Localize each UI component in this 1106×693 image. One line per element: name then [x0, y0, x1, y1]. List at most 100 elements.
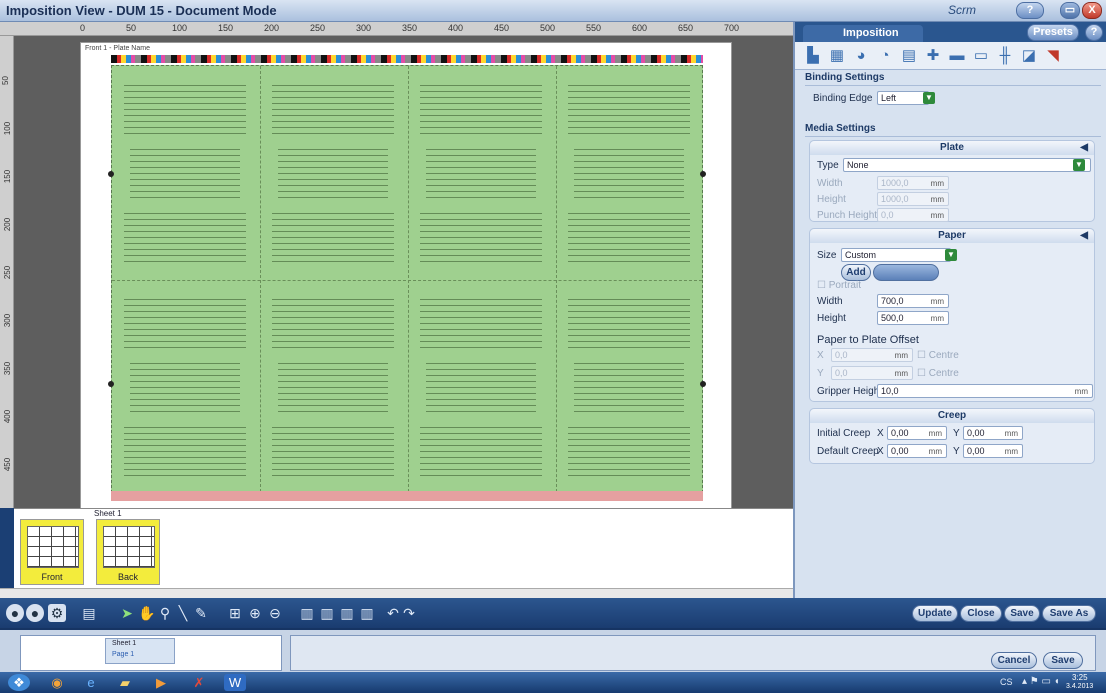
clock-time[interactable]: 3:25	[1072, 673, 1088, 682]
help-icon[interactable]: ?	[1085, 24, 1103, 41]
paper-width-label: Width	[817, 296, 843, 307]
mini-sheet-selector[interactable]: Sheet 1 Page 1	[105, 638, 175, 664]
color-icon[interactable]: ◔	[875, 46, 895, 66]
update-button[interactable]: Update	[912, 605, 958, 622]
registration-mark	[700, 171, 706, 177]
portrait-checkbox[interactable]: ☐ Portrait	[817, 280, 861, 291]
remove-paper-button[interactable]	[873, 264, 939, 281]
crosshair-icon[interactable]: ✚	[923, 46, 943, 66]
tab-imposition[interactable]: Imposition	[803, 25, 923, 42]
pen-icon[interactable]: ✎	[192, 604, 210, 622]
view-mode-icon[interactable]: ●	[6, 604, 24, 622]
gripper-height-field[interactable]: 10,0 mm	[877, 384, 1093, 398]
pin-icon[interactable]: ◀	[1080, 141, 1088, 155]
measure-icon[interactable]: ⊞	[226, 604, 244, 622]
layers-icon[interactable]: ◕	[851, 46, 871, 66]
paper-height-label: Height	[817, 313, 846, 324]
zoom-out-icon[interactable]: ⊖	[266, 604, 284, 622]
page-content	[278, 146, 388, 200]
pin-icon[interactable]: ◀	[1080, 229, 1088, 243]
app-icon[interactable]: ✗	[188, 674, 210, 691]
page-layout-icon[interactable]: ▥	[338, 604, 356, 622]
plate-area[interactable]	[108, 65, 706, 493]
help-icon[interactable]: ?	[1016, 2, 1044, 19]
registration-mark	[108, 381, 114, 387]
start-icon[interactable]: ❖	[8, 674, 30, 691]
default-creep-x-field[interactable]: 0,00 mm	[887, 444, 947, 458]
sheet-corner-label: Front 1 - Plate Name	[85, 45, 150, 52]
creep-y-label: Y	[953, 446, 960, 457]
default-creep-y-field[interactable]: 0,00 mm	[963, 444, 1023, 458]
dropdown-arrow-icon[interactable]: ▼	[923, 92, 935, 104]
ie-icon[interactable]: e	[80, 674, 102, 691]
zoom-in-icon[interactable]: ⊕	[246, 604, 264, 622]
firefox-icon[interactable]: ◉	[46, 674, 68, 691]
hand-icon[interactable]: ✋	[138, 604, 156, 622]
imposition-canvas[interactable]: 0 50 100 150 200 250 300 350 400 450 500 550 600 650 7…	[0, 22, 793, 509]
ruler-tick: 400	[448, 23, 464, 33]
horizontal-scrollbar[interactable]	[0, 588, 793, 598]
sheet-thumbnail-panel: Sheet 1 Front Back	[14, 508, 793, 588]
plate-header: Plate	[940, 142, 964, 153]
folder-icon[interactable]: ▰	[114, 674, 136, 691]
line-icon[interactable]: ╲	[174, 604, 192, 622]
media-player-icon[interactable]: ▶	[150, 674, 172, 691]
color-bar	[111, 55, 703, 63]
crop-icon[interactable]: ◪	[1019, 46, 1039, 66]
initial-creep-y-field[interactable]: 0,00 mm	[963, 426, 1023, 440]
redo-icon[interactable]: ↷	[400, 604, 418, 622]
offset-y-label: Y	[817, 368, 824, 379]
offset-y-field: 0,0 mm	[831, 366, 913, 380]
page-layout-icon[interactable]: ▥	[358, 604, 376, 622]
word-icon[interactable]: W	[224, 674, 246, 691]
punch-height-field: 0,0 mm	[877, 208, 949, 222]
paper-height-field[interactable]: 500,0 mm	[877, 311, 949, 325]
window-titlebar: Imposition View - DUM 15 - Document Mode…	[0, 0, 1106, 22]
back-thumbnail[interactable]: Back	[96, 519, 160, 585]
zoom-icon[interactable]: ⚲	[156, 604, 174, 622]
text-mark-icon[interactable]: ▭	[971, 46, 991, 66]
clock-date[interactable]: 3.4.2013	[1066, 683, 1093, 690]
page-layout-icon[interactable]: ▥	[318, 604, 336, 622]
centre-x-checkbox[interactable]: ☐ Centre	[917, 350, 959, 361]
page-setup-icon[interactable]: ▙	[803, 46, 823, 66]
paper-size-select[interactable]: Custom	[841, 248, 951, 262]
fold-icon[interactable]: ╫	[995, 46, 1015, 66]
tray-language[interactable]: CS	[1000, 677, 1013, 687]
plate-type-select[interactable]: None	[843, 158, 1091, 172]
page-divider	[260, 66, 261, 492]
marks-icon[interactable]: ▤	[899, 46, 919, 66]
close-window-icon[interactable]: X	[1082, 2, 1102, 19]
plate-type-label: Type	[817, 160, 839, 171]
centre-y-checkbox[interactable]: ☐ Centre	[917, 368, 959, 379]
paper-width-field[interactable]: 700,0 mm	[877, 294, 949, 308]
cut-icon[interactable]: ◥	[1043, 46, 1063, 66]
view-mode-icon[interactable]: ●	[26, 604, 44, 622]
binding-edge-select[interactable]: Left	[877, 91, 929, 105]
status-area: Sheet 1 Page 1 Cancel Save	[0, 628, 1106, 672]
grid-icon[interactable]: ▦	[827, 46, 847, 66]
save-button[interactable]: Save	[1004, 605, 1040, 622]
page-layout-icon[interactable]: ▥	[298, 604, 316, 622]
front-thumbnail[interactable]: Front	[20, 519, 84, 585]
initial-creep-x-field[interactable]: 0,00 mm	[887, 426, 947, 440]
add-paper-button[interactable]: Add	[841, 264, 871, 281]
binding-settings-header[interactable]: Binding Settings	[805, 72, 1101, 86]
imposition-settings-panel: Imposition Presets ? ▙ ▦ ◕ ◔ ▤ ✚ ▬ ▭ ╫ ◪…	[793, 22, 1106, 598]
press-sheet[interactable]: Front 1 - Plate Name	[80, 42, 732, 509]
restore-window-icon[interactable]: ▭	[1060, 2, 1080, 19]
select-arrow-icon[interactable]: ➤	[118, 604, 136, 622]
page-icon[interactable]: ▤	[80, 604, 98, 622]
colorbar-icon[interactable]: ▬	[947, 46, 967, 66]
paper-size-label: Size	[817, 250, 837, 261]
media-settings-header[interactable]: Media Settings	[805, 123, 1101, 137]
save-button[interactable]: Save	[1043, 652, 1083, 669]
dropdown-arrow-icon[interactable]: ▼	[1073, 159, 1085, 171]
save-as-button[interactable]: Save As	[1042, 605, 1096, 622]
tray-icons[interactable]: ▴ ⚑ ▭ ◖	[1022, 676, 1060, 687]
cancel-button[interactable]: Cancel	[991, 652, 1037, 669]
settings-icon[interactable]: ⚙	[48, 604, 66, 622]
close-button[interactable]: Close	[960, 605, 1002, 622]
dropdown-arrow-icon[interactable]: ▼	[945, 249, 957, 261]
presets-button[interactable]: Presets	[1027, 24, 1079, 41]
